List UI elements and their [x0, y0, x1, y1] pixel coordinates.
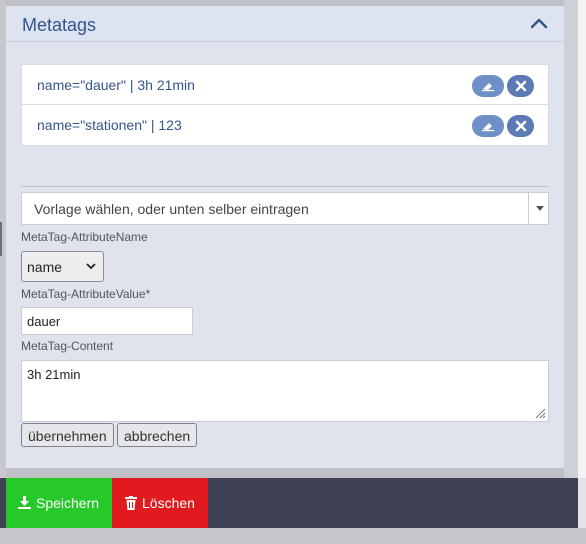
left-edge-mark: [0, 222, 2, 256]
eraser-icon: [482, 83, 494, 92]
eraser-icon: [482, 123, 494, 132]
content-textarea[interactable]: 3h 21min: [21, 360, 549, 422]
metatags-panel: Metatags name="dauer" | 3h 21min name="s…: [6, 6, 564, 468]
attr-value-label: MetaTag-AttributeValue*: [21, 287, 151, 301]
resize-grip-icon: [535, 408, 546, 419]
content-label: MetaTag-Content: [21, 339, 114, 353]
attr-name-select[interactable]: name: [21, 251, 104, 282]
scrollbar-track[interactable]: [578, 0, 586, 478]
delete-page-button[interactable]: Löschen: [112, 478, 208, 528]
trash-icon: [125, 496, 137, 510]
right-edge: [564, 0, 586, 478]
attr-name-selected: name: [27, 259, 63, 275]
metatag-text: name="dauer" | 3h 21min: [37, 77, 195, 93]
metatag-text: name="stationen" | 123: [37, 117, 182, 133]
footer-bar: Speichern Löschen: [0, 478, 578, 528]
content-text: 3h 21min: [27, 367, 81, 382]
edit-button[interactable]: [472, 115, 504, 137]
download-icon: [18, 496, 31, 509]
delete-page-label: Löschen: [142, 495, 195, 511]
panel-title: Metatags: [22, 15, 97, 35]
delete-button[interactable]: [507, 115, 534, 137]
chevron-down-icon: [536, 206, 544, 211]
panel-header: Metatags: [6, 6, 564, 42]
apply-button[interactable]: übernehmen: [21, 423, 114, 447]
save-button[interactable]: Speichern: [6, 478, 112, 528]
cancel-button[interactable]: abbrechen: [117, 423, 198, 447]
delete-button[interactable]: [507, 75, 534, 97]
attr-name-label: MetaTag-AttributeName: [21, 230, 148, 244]
divider: [21, 186, 549, 187]
template-select-placeholder: Vorlage wählen, oder unten selber eintra…: [34, 201, 309, 217]
footer-edge: [578, 478, 586, 528]
template-select[interactable]: Vorlage wählen, oder unten selber eintra…: [21, 192, 549, 225]
close-icon: [515, 120, 526, 132]
chevron-down-icon: [86, 263, 96, 270]
attr-value-input[interactable]: dauer: [21, 307, 193, 335]
select-separator: [528, 193, 529, 224]
list-item: name="stationen" | 123: [21, 105, 549, 146]
close-icon: [515, 80, 526, 92]
chevron-up-icon[interactable]: [528, 14, 550, 32]
save-label: Speichern: [36, 495, 100, 511]
edit-button[interactable]: [472, 75, 504, 97]
metatag-list: name="dauer" | 3h 21min name="stationen"…: [21, 64, 549, 146]
list-item: name="dauer" | 3h 21min: [21, 64, 549, 105]
status-strip: [0, 528, 586, 544]
